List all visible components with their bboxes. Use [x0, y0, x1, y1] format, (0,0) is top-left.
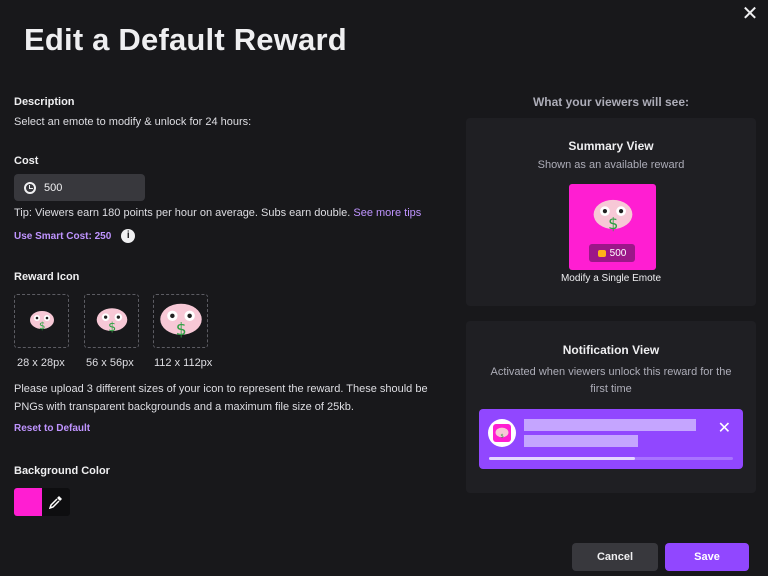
summary-view-subtitle: Shown as an available reward [537, 159, 685, 171]
background-color-label: Background Color [14, 465, 110, 477]
description-text: Select an emote to modify & unlock for 2… [14, 116, 252, 128]
channel-points-icon [597, 249, 606, 257]
reward-name: Modify a Single Emote [560, 273, 662, 284]
close-button[interactable]: ✕ [740, 4, 760, 24]
placeholder-line [524, 435, 638, 447]
summary-view-title: Summary View [568, 139, 654, 153]
icon-size-label: 56 x 56px [86, 357, 134, 369]
see-more-tips-link[interactable]: See more tips [353, 207, 421, 219]
notification-view-title: Notification View [562, 343, 660, 357]
icon-upload-28[interactable]: $ [14, 294, 69, 348]
svg-text:$: $ [39, 321, 45, 332]
emote-icon: $ [159, 303, 202, 340]
notification-progress-bar [489, 457, 733, 460]
icon-size-label: 28 x 28px [17, 357, 65, 369]
smart-cost-link[interactable]: Use Smart Cost: 250 [14, 231, 111, 242]
reward-icon-label: Reward Icon [14, 271, 80, 283]
summary-view-panel: Summary View Shown as an available rewar… [466, 118, 756, 306]
channel-points-icon [24, 181, 36, 194]
reward-card-preview: $ 500 [569, 184, 656, 270]
preview-heading: What your viewers will see: [532, 95, 690, 109]
smart-cost-row: Use Smart Cost: 250 i [14, 229, 136, 243]
reward-cost-value: 500 [609, 247, 627, 259]
notification-preview-card: $ ✕ [479, 409, 743, 469]
cost-input[interactable]: 500 [14, 174, 145, 201]
notification-view-subtitle: Activated when viewers unlock this rewar… [490, 366, 732, 395]
svg-text:$: $ [175, 320, 186, 340]
upload-instructions: Please upload 3 different sizes of your … [14, 383, 428, 413]
emote-icon: $ [593, 199, 633, 233]
emote-icon: $ [96, 308, 127, 334]
notification-progress-fill [489, 457, 636, 460]
reward-cost-badge: 500 [589, 244, 635, 262]
placeholder-line [524, 419, 696, 431]
emote-icon: $ [29, 311, 54, 332]
close-icon: ✕ [741, 3, 759, 25]
background-color-swatch[interactable] [14, 488, 42, 516]
info-icon[interactable]: i [121, 229, 136, 243]
icon-size-label: 112 x 112px [154, 357, 213, 369]
icon-upload-112[interactable]: $ [153, 294, 208, 348]
description-label: Description [14, 96, 75, 108]
page-title: Edit a Default Reward [24, 22, 347, 57]
cancel-button[interactable]: Cancel [572, 543, 658, 571]
cost-tip: Tip: Viewers earn 180 points per hour on… [14, 207, 421, 219]
svg-text:$: $ [108, 319, 116, 334]
icon-upload-56[interactable]: $ [84, 294, 139, 348]
eyedropper-icon [49, 496, 62, 509]
save-button[interactable]: Save [665, 543, 749, 571]
notification-view-panel: Notification View Activated when viewers… [466, 321, 756, 493]
cost-label: Cost [14, 155, 39, 167]
eyedropper-button[interactable] [42, 488, 70, 516]
cost-value: 500 [44, 181, 63, 194]
close-icon: ✕ [717, 420, 731, 437]
svg-text:$: $ [500, 433, 503, 439]
avatar: $ [488, 419, 516, 447]
cost-tip-text: Tip: Viewers earn 180 points per hour on… [14, 207, 351, 219]
reset-to-default-link[interactable]: Reset to Default [14, 423, 90, 434]
emote-icon: $ [493, 424, 511, 442]
svg-text:$: $ [608, 214, 618, 233]
